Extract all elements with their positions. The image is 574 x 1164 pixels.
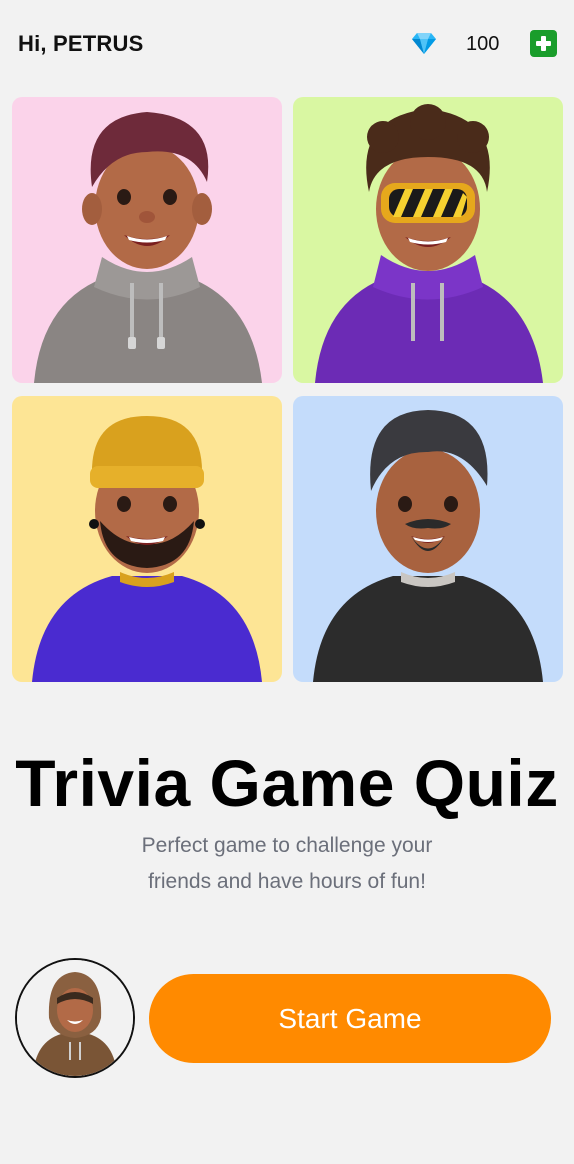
avatar-card-green[interactable] (293, 97, 563, 383)
page-subtitle: Perfect game to challenge your friends a… (87, 828, 487, 900)
home-screen: Hi, PETRUS 100 Trivia Game Quiz Perfect … (0, 0, 574, 1164)
avatar-card-yellow[interactable] (12, 396, 282, 682)
subtitle-line-2: friends and have hours of fun! (148, 870, 426, 893)
add-gems-button[interactable] (530, 30, 557, 57)
avatar-card-blue[interactable] (293, 396, 563, 682)
diamond-icon (412, 33, 436, 54)
avatar-beanie-icon (12, 396, 282, 682)
user-greeting: Hi, PETRUS (18, 31, 144, 56)
gem-balance: 100 (466, 33, 500, 55)
avatar-card-pink[interactable] (12, 97, 282, 383)
subtitle-line-1: Perfect game to challenge your (141, 834, 433, 857)
profile-avatar[interactable] (15, 958, 135, 1078)
page-title: Trivia Game Quiz (15, 746, 559, 820)
avatar-grey-hoodie-icon (12, 97, 282, 383)
avatar-brown-hoodie-icon (17, 960, 133, 1076)
avatar-dark-shirt-icon (293, 396, 563, 682)
start-game-button[interactable]: Start Game (149, 974, 551, 1063)
top-bar: Hi, PETRUS 100 (0, 0, 574, 90)
avatar-goggles-icon (293, 97, 563, 383)
